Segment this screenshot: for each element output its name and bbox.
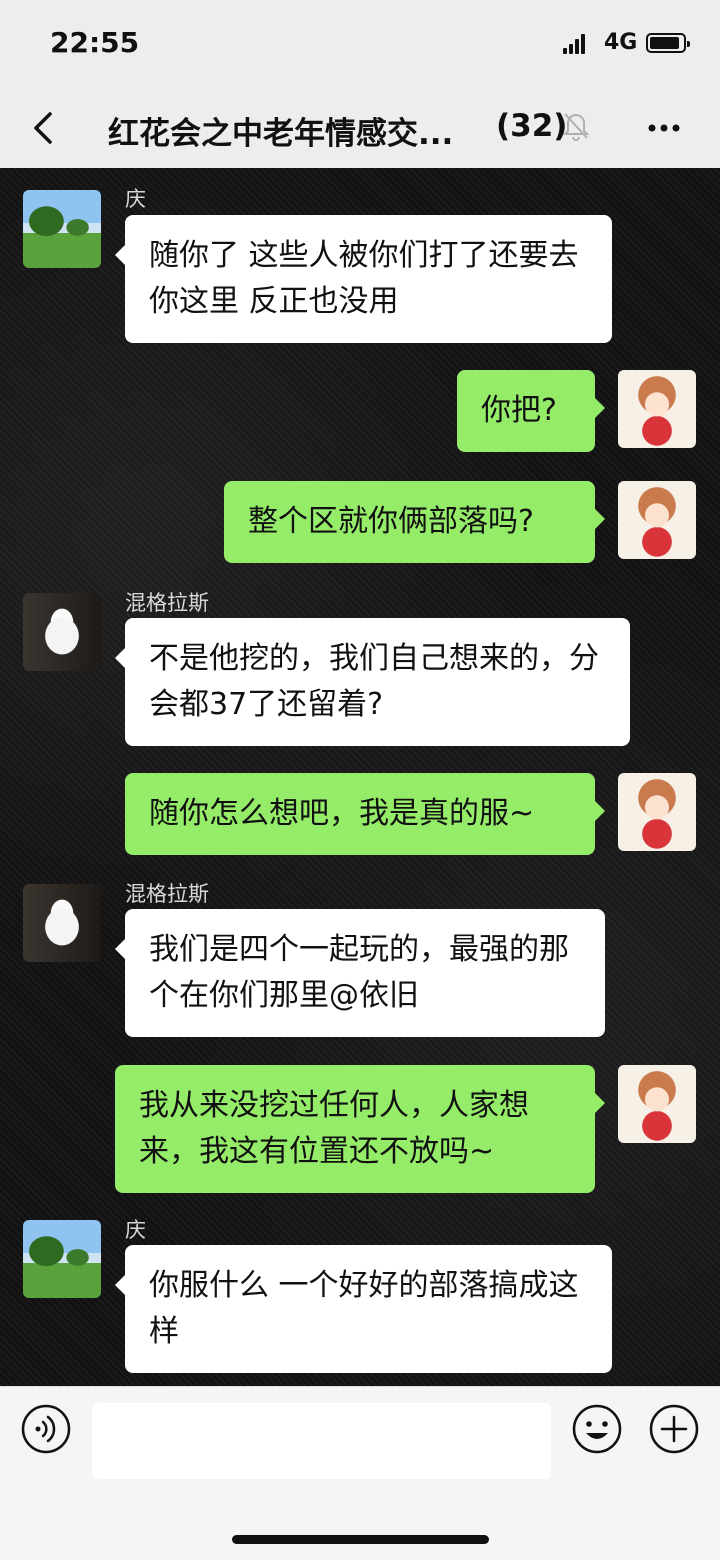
status-time: 22:55 bbox=[50, 26, 140, 59]
add-icon[interactable] bbox=[648, 1403, 700, 1455]
avatar[interactable] bbox=[618, 370, 696, 448]
avatar[interactable] bbox=[618, 773, 696, 851]
signal-icon bbox=[563, 32, 589, 54]
network-type: 4G bbox=[604, 30, 638, 55]
message-bubble[interactable]: 我们是四个一起玩的，最强的那个在你们那里@依旧 bbox=[115, 909, 605, 1037]
avatar[interactable] bbox=[23, 190, 101, 268]
avatar[interactable] bbox=[23, 1220, 101, 1298]
message-bubble[interactable]: 你把? bbox=[457, 370, 605, 452]
more-options-icon[interactable] bbox=[644, 108, 684, 148]
emoji-icon[interactable] bbox=[571, 1403, 623, 1455]
battery-icon bbox=[646, 33, 690, 53]
message-bubble[interactable]: 随你怎么想吧，我是真的服~ bbox=[125, 773, 605, 855]
chat-header: 红花会之中老年情感交... (32) bbox=[0, 88, 720, 168]
message-input[interactable] bbox=[92, 1403, 551, 1479]
voice-icon[interactable] bbox=[20, 1403, 72, 1455]
member-count: (32) bbox=[496, 108, 568, 144]
sender-name: 庆 bbox=[125, 187, 146, 211]
avatar[interactable] bbox=[618, 1065, 696, 1143]
message-bubble[interactable]: 不是他挖的，我们自己想来的，分会都37了还留着? bbox=[115, 618, 630, 746]
sender-name: 庆 bbox=[125, 1218, 146, 1242]
message-bubble[interactable]: 我从来没挖过任何人，人家想来，我这有位置还不放吗~ bbox=[115, 1065, 605, 1193]
sender-name: 混格拉斯 bbox=[125, 882, 209, 906]
message-bubble[interactable]: 你服什么 一个好好的部落搞成这样 bbox=[115, 1245, 612, 1373]
status-bar: 22:55 4G bbox=[0, 0, 720, 88]
back-icon[interactable] bbox=[26, 108, 66, 148]
chat-area[interactable]: 庆 随你了 这些人被你们打了还要去你这里 反正也没用 你把? 整个区就你俩部落吗… bbox=[0, 168, 720, 1386]
avatar[interactable] bbox=[23, 593, 101, 671]
chat-title: 红花会之中老年情感交... bbox=[108, 116, 454, 152]
avatar[interactable] bbox=[618, 481, 696, 559]
message-bubble[interactable]: 随你了 这些人被你们打了还要去你这里 反正也没用 bbox=[115, 215, 612, 343]
avatar[interactable] bbox=[23, 884, 101, 962]
message-bubble[interactable]: 整个区就你俩部落吗? bbox=[224, 481, 605, 563]
sender-name: 混格拉斯 bbox=[125, 591, 209, 615]
home-indicator[interactable] bbox=[232, 1535, 489, 1544]
mute-bell-icon bbox=[562, 113, 590, 141]
input-bar bbox=[0, 1386, 720, 1560]
